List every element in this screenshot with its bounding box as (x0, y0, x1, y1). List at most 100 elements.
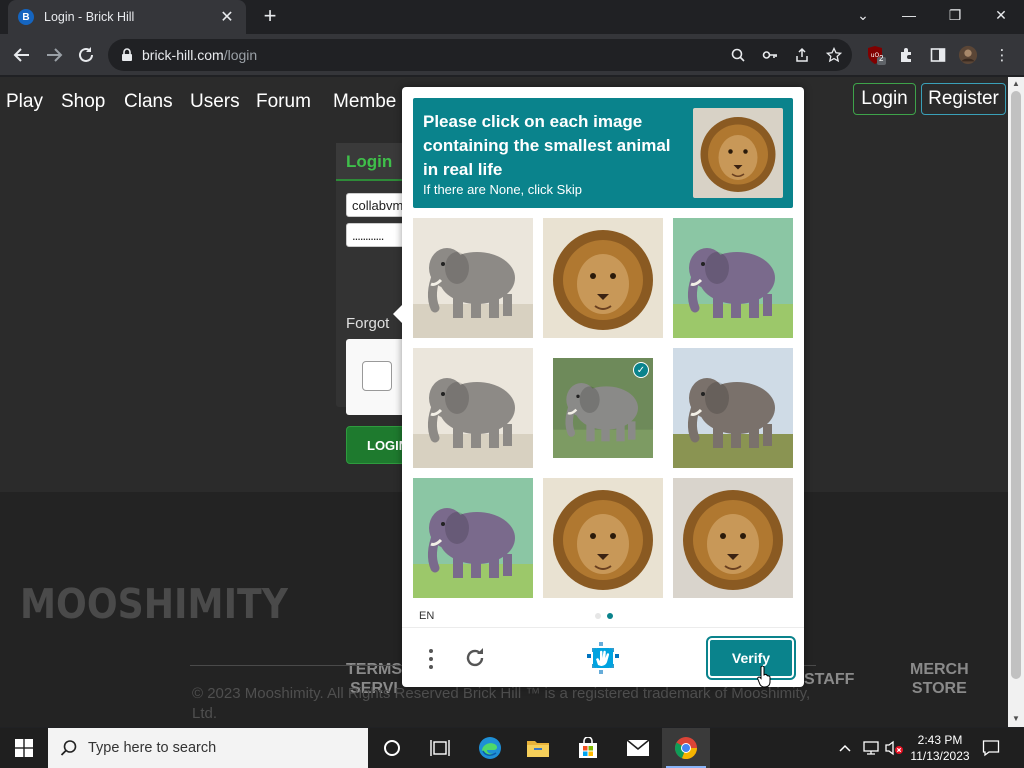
store-button[interactable] (564, 728, 612, 768)
folder-icon (527, 741, 549, 757)
clock-time: 2:43 PM (917, 733, 963, 747)
verify-button[interactable]: Verify (706, 636, 796, 680)
chrome-taskbar-button[interactable] (662, 728, 710, 768)
tab-close-icon[interactable]: ✕ (218, 7, 236, 27)
browser-tab[interactable]: B Login - Brick Hill ✕ (8, 0, 246, 34)
page-scrollbar[interactable]: ▲ ▼ (1008, 77, 1024, 727)
captcha-subprompt: If there are None, click Skip (423, 182, 582, 197)
dialog-pointer (393, 305, 402, 323)
back-arrow-icon (13, 48, 29, 62)
file-explorer-button[interactable] (514, 728, 562, 768)
nav-users[interactable]: Users (190, 91, 240, 113)
forward-arrow-icon (47, 48, 63, 62)
forgot-password-link[interactable]: Forgot (346, 315, 389, 332)
captcha-tile-9-lion[interactable] (673, 478, 793, 598)
nav-play[interactable]: Play (6, 91, 43, 113)
clock-date: 11/13/2023 (910, 749, 970, 763)
brickhill-favicon-icon: B (18, 9, 34, 25)
header-register-button[interactable]: Register (921, 83, 1006, 115)
nav-shop[interactable]: Shop (61, 91, 105, 113)
captcha-menu-button[interactable] (422, 647, 440, 671)
cortana-button[interactable] (368, 728, 416, 768)
captcha-tile-5-elephant[interactable]: ✓ (553, 358, 653, 458)
captcha-prompt-text: Please click on each image containing th… (423, 112, 671, 179)
browser-tabstrip: B Login - Brick Hill ✕ + ⌄ — ❐ ✕ (0, 0, 1024, 34)
reload-icon (79, 47, 93, 62)
edge-icon (479, 737, 501, 759)
hand-pointer-cursor-icon (757, 666, 771, 688)
cortana-circle-icon (384, 740, 400, 756)
captcha-sample-image (693, 108, 783, 198)
refresh-icon (466, 648, 484, 667)
side-panel-icon[interactable] (928, 45, 948, 65)
extension-badge: 2 (879, 54, 884, 63)
captcha-page-dots (595, 613, 613, 619)
new-tab-button[interactable]: + (258, 4, 282, 28)
footer-merch-text: MERCH STORE (910, 661, 969, 697)
minimize-button[interactable]: — (886, 0, 932, 30)
url-host: brick-hill.com (142, 47, 224, 63)
scrollbar-thumb[interactable] (1011, 91, 1021, 679)
tab-title: Login - Brick Hill (44, 10, 135, 24)
url-path: /login (223, 47, 258, 63)
back-button[interactable] (9, 42, 35, 68)
captcha-tile-7-elephant[interactable] (413, 478, 533, 598)
selected-check-icon: ✓ (633, 362, 649, 378)
reload-button[interactable] (73, 42, 99, 68)
mail-icon (626, 739, 650, 756)
captcha-tile-4-elephant[interactable] (413, 348, 533, 468)
captcha-challenge-dialog: Please click on each image containing th… (393, 87, 804, 687)
extensions-puzzle-icon[interactable] (896, 45, 916, 65)
nav-clans[interactable]: Clans (124, 91, 173, 113)
taskbar-search-placeholder: Type here to search (88, 740, 217, 756)
tab-search-chevron-icon[interactable]: ⌄ (840, 0, 886, 30)
windows-taskbar: Type here to search 2:43 PM 11/13/2023 (0, 728, 1024, 768)
network-icon[interactable] (862, 728, 880, 768)
key-icon[interactable] (762, 47, 778, 63)
captcha-tile-3-elephant[interactable] (673, 218, 793, 338)
ublock-extension-icon[interactable]: uO 2 (866, 45, 886, 65)
tray-overflow-chevron-icon[interactable] (838, 728, 852, 768)
start-button[interactable] (0, 728, 48, 768)
header-login-button[interactable]: Login (853, 83, 916, 115)
lock-icon (122, 48, 132, 61)
captcha-tile-1-elephant[interactable] (413, 218, 533, 338)
store-bag-icon (579, 737, 597, 758)
task-view-button[interactable] (416, 728, 464, 768)
hcaptcha-logo-icon[interactable] (585, 640, 621, 676)
chrome-icon (674, 737, 698, 760)
volume-muted-icon[interactable] (884, 728, 904, 768)
mooshimity-logo: MOOSHIMITY (20, 580, 288, 626)
zoom-search-icon[interactable] (730, 47, 746, 63)
taskbar-clock[interactable]: 2:43 PM 11/13/2023 (904, 732, 976, 764)
bookmark-star-icon[interactable] (826, 47, 842, 63)
scroll-up-icon[interactable]: ▲ (1012, 79, 1020, 88)
captcha-prompt-banner: Please click on each image containing th… (413, 98, 793, 208)
captcha-tile-8-lion[interactable] (543, 478, 663, 598)
share-icon[interactable] (794, 47, 810, 63)
nav-forum[interactable]: Forum (256, 91, 311, 113)
action-center-button[interactable] (982, 728, 1000, 768)
chrome-menu-icon[interactable]: ⋮ (992, 45, 1012, 65)
forward-button[interactable] (41, 42, 67, 68)
scroll-down-icon[interactable]: ▼ (1012, 714, 1020, 723)
page-dot-2 (607, 613, 613, 619)
edge-taskbar-button[interactable] (466, 728, 514, 768)
footer-copyright: © 2023 Mooshimity. All Rights Reserved B… (192, 685, 811, 722)
nav-membership[interactable]: Membe (333, 91, 396, 113)
captcha-refresh-button[interactable] (462, 645, 488, 671)
footer-merch-link[interactable]: MERCH STORE (910, 660, 969, 698)
close-window-button[interactable]: ✕ (978, 0, 1024, 30)
taskbar-search-box[interactable]: Type here to search (48, 728, 368, 768)
page-dot-1 (595, 613, 601, 619)
browser-toolbar: brick-hill.com/login uO 2 ⋮ (0, 34, 1024, 76)
restore-button[interactable]: ❐ (932, 0, 978, 30)
logo-text: MOOSHIMITY (20, 580, 288, 626)
language-selector[interactable]: EN (419, 610, 434, 622)
task-view-icon (430, 740, 450, 756)
captcha-checkbox[interactable] (362, 361, 392, 391)
captcha-tile-6-elephant[interactable] (673, 348, 793, 468)
captcha-tile-2-lion[interactable] (543, 218, 663, 338)
profile-avatar[interactable] (958, 45, 978, 65)
mail-button[interactable] (614, 728, 662, 768)
